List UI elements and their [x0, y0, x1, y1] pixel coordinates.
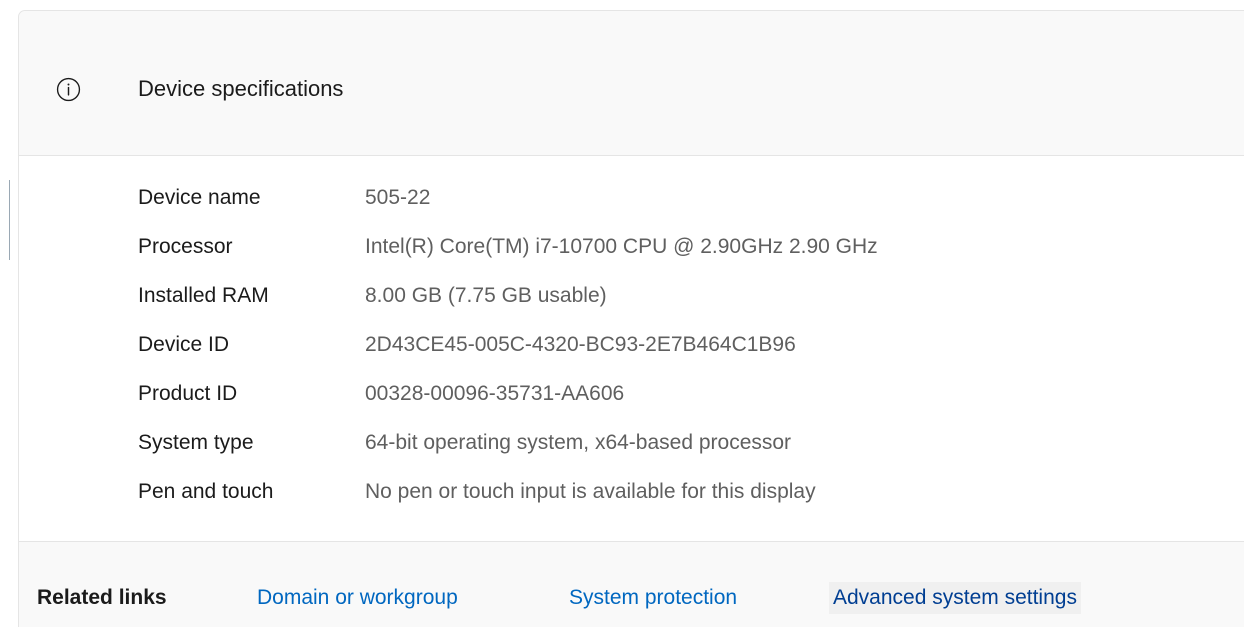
window-edge-accent	[9, 180, 10, 260]
spec-value: 64-bit operating system, x64-based proce…	[365, 431, 792, 454]
spec-label: Installed RAM	[138, 284, 269, 307]
spec-label: Device ID	[138, 333, 230, 356]
domain-or-workgroup-link[interactable]: Domain or workgroup	[257, 582, 458, 614]
spec-value: Intel(R) Core(TM) i7-10700 CPU @ 2.90GHz…	[365, 235, 878, 258]
device-specifications-header[interactable]: Device specifications	[19, 11, 1244, 156]
spec-label: Processor	[138, 235, 233, 258]
settings-page: Device specifications Device name 505-22…	[0, 0, 1244, 627]
specs-list: Device name 505-22 Processor Intel(R) Co…	[19, 156, 1244, 541]
device-specifications-card: Device specifications Device name 505-22…	[18, 10, 1244, 627]
spec-value: 8.00 GB (7.75 GB usable)	[365, 284, 607, 307]
advanced-system-settings-link[interactable]: Advanced system settings	[829, 582, 1081, 614]
spec-value: 00328-00096-35731-AA606	[365, 382, 625, 405]
spec-value: 2D43CE45-005C-4320-BC93-2E7B464C1B96	[365, 333, 796, 356]
spec-label: Device name	[138, 186, 261, 209]
related-links-label: Related links	[37, 586, 167, 609]
spec-value: No pen or touch input is available for t…	[365, 480, 816, 503]
spec-label: Pen and touch	[138, 480, 274, 503]
spec-label: Product ID	[138, 382, 238, 405]
related-links-bar: Related links Domain or workgroup System…	[19, 542, 1244, 627]
system-protection-link[interactable]: System protection	[569, 582, 737, 614]
spec-label: System type	[138, 431, 254, 454]
info-icon	[56, 77, 81, 102]
section-title: Device specifications	[138, 76, 344, 101]
spec-value: 505-22	[365, 186, 431, 209]
